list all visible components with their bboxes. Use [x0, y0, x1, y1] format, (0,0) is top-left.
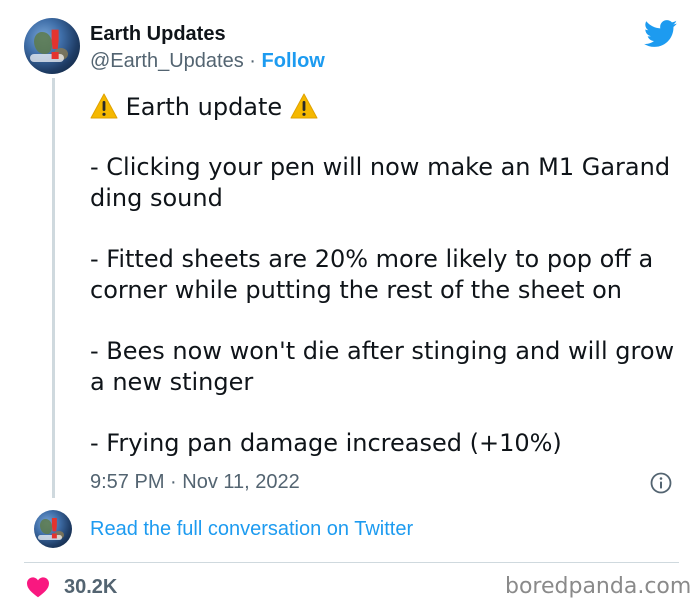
- tweet-item: - Fitted sheets are 20% more likely to p…: [90, 245, 654, 304]
- tweet-card: ! Earth Updates @Earth_Updates · Follow …: [0, 0, 700, 614]
- tweet-body: Earth update - Clicking your pen will no…: [90, 92, 690, 489]
- tweet-heading-text: Earth update: [125, 93, 283, 121]
- tweet-item: - Frying pan damage increased (+10%): [90, 429, 562, 457]
- handle-separator: ·: [243, 50, 262, 72]
- thread-line: [52, 78, 55, 498]
- read-conversation-link[interactable]: Read the full conversation on Twitter: [90, 518, 413, 541]
- author-avatar[interactable]: !: [24, 18, 80, 74]
- exclamation-icon: !: [46, 23, 65, 69]
- tweet-timestamp[interactable]: 9:57 PM · Nov 11, 2022: [90, 471, 300, 494]
- tweet-item: - Bees now won't die after stinging and …: [90, 337, 675, 396]
- author-handle-line: @Earth_Updates · Follow: [90, 50, 325, 73]
- author-handle[interactable]: @Earth_Updates: [90, 50, 244, 72]
- warning-icon: [90, 93, 118, 119]
- heart-icon[interactable]: [26, 576, 50, 598]
- exclamation-icon: !: [48, 512, 61, 545]
- twitter-bird-icon[interactable]: [644, 20, 678, 48]
- tweet-item: - Clicking your pen will now make an M1 …: [90, 153, 671, 212]
- footer-divider: [24, 562, 679, 563]
- follow-button[interactable]: Follow: [262, 50, 325, 72]
- author-name[interactable]: Earth Updates: [90, 23, 226, 46]
- author-avatar-small[interactable]: !: [34, 510, 72, 548]
- like-count[interactable]: 30.2K: [64, 576, 117, 599]
- tweet-heading: Earth update: [90, 92, 690, 123]
- warning-icon: [290, 93, 318, 119]
- source-watermark: boredpanda.com: [505, 574, 692, 599]
- info-icon[interactable]: [650, 472, 672, 494]
